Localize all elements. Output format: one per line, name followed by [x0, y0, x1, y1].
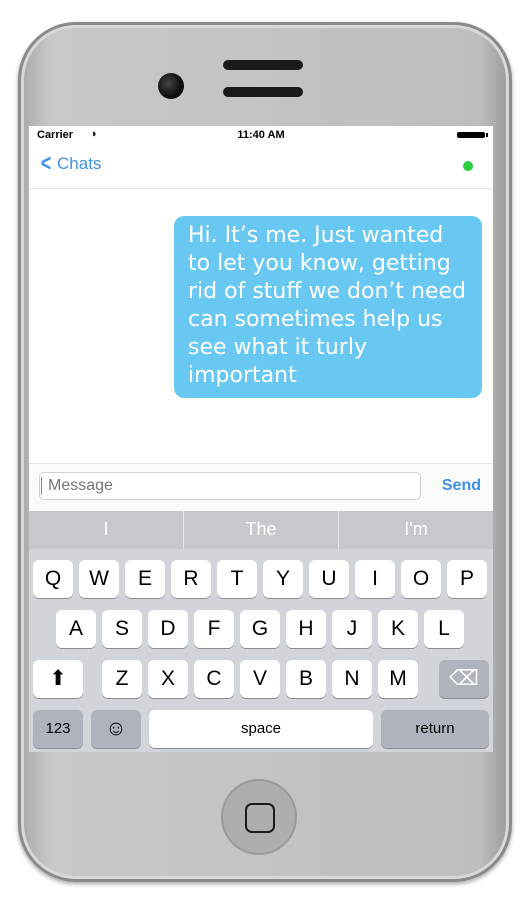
key-w[interactable]: W	[79, 560, 119, 598]
key-x[interactable]: X	[148, 660, 188, 698]
key-y[interactable]: Y	[263, 560, 303, 598]
suggestion-1[interactable]: I	[29, 511, 184, 549]
key-o[interactable]: O	[401, 560, 441, 598]
key-z[interactable]: Z	[102, 660, 142, 698]
key-p[interactable]: P	[447, 560, 487, 598]
send-button[interactable]: Send	[442, 477, 481, 495]
key-e[interactable]: E	[125, 560, 165, 598]
key-f[interactable]: F	[194, 610, 234, 648]
space-key[interactable]: space	[149, 710, 373, 748]
key-n[interactable]: N	[332, 660, 372, 698]
key-b[interactable]: B	[286, 660, 326, 698]
numbers-key[interactable]: 123	[33, 710, 83, 748]
key-h[interactable]: H	[286, 610, 326, 648]
composer-bar: Send	[29, 463, 493, 512]
predictive-bar: I The I'm	[29, 511, 493, 549]
back-button[interactable]: < Chats	[39, 150, 102, 177]
home-button[interactable]	[221, 779, 297, 855]
key-k[interactable]: K	[378, 610, 418, 648]
key-j[interactable]: J	[332, 610, 372, 648]
earpiece-speaker	[223, 60, 303, 70]
message-input[interactable]	[39, 472, 421, 500]
return-key[interactable]: return	[381, 710, 489, 748]
navigation-bar: < Chats	[29, 146, 493, 189]
key-q[interactable]: Q	[33, 560, 73, 598]
key-v[interactable]: V	[240, 660, 280, 698]
phone-screen: Carrier ◗ 11:40 AM < Chats Hi. It’s me. …	[29, 126, 493, 752]
suggestion-3[interactable]: I'm	[339, 511, 493, 549]
emoji-key[interactable]: ☺	[91, 710, 141, 748]
key-s[interactable]: S	[102, 610, 142, 648]
status-time: 11:40 AM	[237, 129, 285, 141]
text-cursor	[41, 477, 42, 495]
keyboard: Q W E R T Y U I O P A S D F G H J K L ⬆ …	[29, 549, 493, 752]
backspace-key[interactable]: ⌫	[439, 660, 489, 698]
key-d[interactable]: D	[148, 610, 188, 648]
key-i[interactable]: I	[355, 560, 395, 598]
online-status-dot	[463, 161, 473, 171]
shift-key[interactable]: ⬆	[33, 660, 83, 698]
earpiece-speaker-lower	[223, 87, 303, 97]
key-g[interactable]: G	[240, 610, 280, 648]
battery-icon	[457, 132, 488, 138]
message-bubble-outgoing: Hi. It’s me. Just wanted to let you know…	[174, 216, 482, 398]
backspace-icon: ⌫	[449, 667, 479, 690]
key-c[interactable]: C	[194, 660, 234, 698]
front-camera	[158, 73, 184, 99]
suggestion-2[interactable]: The	[184, 511, 339, 549]
key-u[interactable]: U	[309, 560, 349, 598]
key-m[interactable]: M	[378, 660, 418, 698]
key-a[interactable]: A	[56, 610, 96, 648]
home-square-icon	[245, 803, 275, 833]
chevron-left-icon: <	[40, 150, 52, 177]
emoji-icon: ☺	[105, 717, 127, 740]
shift-arrow-icon: ⬆	[49, 667, 67, 690]
status-bar: Carrier ◗ 11:40 AM	[29, 126, 493, 146]
key-l[interactable]: L	[424, 610, 464, 648]
key-r[interactable]: R	[171, 560, 211, 598]
key-t[interactable]: T	[217, 560, 257, 598]
back-label: Chats	[57, 154, 102, 173]
